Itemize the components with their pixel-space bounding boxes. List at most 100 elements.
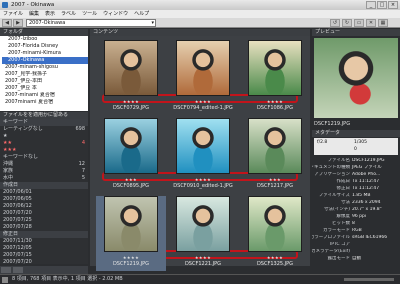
rating-stars[interactable]: ★★★★ bbox=[168, 177, 238, 182]
filter-row[interactable]: キーワードなし bbox=[0, 154, 88, 161]
filter-row[interactable]: ★ bbox=[0, 133, 88, 140]
rating-stars[interactable]: ★★★★ bbox=[240, 99, 310, 104]
rating-stars[interactable]: ★★★★ bbox=[96, 99, 166, 104]
menu-window[interactable]: ウィンドウ bbox=[103, 10, 128, 18]
folder-item[interactable]: 2007_見学-我孫子 bbox=[2, 71, 88, 78]
filter-row[interactable]: キーワード bbox=[0, 119, 88, 126]
shutter-value: 1/305 bbox=[354, 140, 367, 145]
filter-label: 2007/12/05 bbox=[3, 245, 32, 251]
menu-edit[interactable]: 編集 bbox=[29, 10, 39, 18]
toolbar: ◀ ▶ 2007-Okinawa ▾ ↺ ↻ ▭ ✕ ▦ bbox=[0, 18, 400, 28]
folder-item[interactable]: 2007minami 夏合宿 bbox=[2, 99, 88, 106]
folder-item[interactable]: 2007_伊豆 本 bbox=[2, 85, 88, 92]
filter-row[interactable]: 2007/12/05 bbox=[0, 245, 88, 252]
metadata-row: 作成日 Tx 11:12:47 bbox=[312, 179, 400, 186]
thumbnail-item[interactable]: ★★★★ DSCF1219.JPG bbox=[96, 196, 166, 271]
filter-row[interactable]: 2007/06/01 bbox=[0, 189, 88, 196]
thumbnail-item[interactable]: ★★★★ DSCF0729.JPG bbox=[96, 40, 166, 115]
thumbnail-filename: DSCF0895.JPG bbox=[112, 183, 150, 189]
menu-view[interactable]: 表示 bbox=[45, 10, 55, 18]
filter-row[interactable]: 2007/07/28 bbox=[0, 224, 88, 231]
folder-item[interactable]: 2007-Iziboo bbox=[2, 36, 88, 43]
thumbnail-item[interactable]: ★★★★ DSCF1221.JPG bbox=[168, 196, 238, 271]
back-icon[interactable]: ◀ bbox=[2, 19, 12, 27]
menu-tools[interactable]: ツール bbox=[82, 10, 97, 18]
maximize-button[interactable]: □ bbox=[377, 1, 387, 9]
rotate-left-icon[interactable]: ↺ bbox=[330, 19, 340, 27]
thumbnail-image bbox=[104, 40, 158, 96]
metadata-row: 露出モード 自動 bbox=[312, 256, 400, 263]
delete-icon[interactable]: ✕ bbox=[366, 19, 376, 27]
menu-label[interactable]: ラベル bbox=[61, 10, 76, 18]
rating-stars[interactable]: ★★★★ bbox=[168, 99, 238, 104]
filter-label: 2007/06/05 bbox=[3, 196, 32, 202]
thumbnail-item[interactable]: ★★★★ DSCF0910_edited-1.JPG bbox=[168, 118, 238, 193]
filter-clear-icon[interactable] bbox=[1, 267, 11, 273]
metadata-key: ファイル名 bbox=[327, 158, 351, 163]
rating-stars[interactable]: ★★★★ bbox=[168, 255, 238, 260]
metadata-row: アプリケーション Adobe Pho... bbox=[312, 172, 400, 179]
rating-stars[interactable]: ★★★ bbox=[240, 177, 310, 182]
minimize-button[interactable]: _ bbox=[366, 1, 376, 9]
filter-row[interactable]: 2007/06/05 bbox=[0, 196, 88, 203]
metadata-value: 1.85 MB bbox=[352, 193, 371, 198]
filter-row[interactable]: 2007/07/15 bbox=[0, 252, 88, 259]
thumbnail-filename: DSCF0729.JPG bbox=[112, 105, 150, 111]
filter-row[interactable]: 2007/07/20 bbox=[0, 259, 88, 266]
tab-metadata[interactable]: メタデータ bbox=[312, 130, 400, 137]
folder-item[interactable]: 2007_伊豆-本田 bbox=[2, 78, 88, 85]
metadata-row: 寸法(インチ) 20.7" x 19.8" bbox=[312, 207, 400, 214]
thumbnail-item[interactable]: ★★★★ DSCF1325.JPG bbox=[240, 196, 310, 271]
filter-row[interactable]: 修正日 bbox=[0, 231, 88, 238]
filter-row[interactable]: ★★★ bbox=[0, 147, 88, 154]
filter-row[interactable]: 家族 7 bbox=[0, 168, 88, 175]
rating-stars[interactable]: ★★★ bbox=[96, 177, 166, 182]
menu-help[interactable]: ヘルプ bbox=[134, 10, 149, 18]
filter-row[interactable]: 2007/06/12 bbox=[0, 203, 88, 210]
folder-item[interactable]: 2007-minam-shigosu bbox=[2, 64, 88, 71]
filter-row[interactable]: 2007/07/20 bbox=[0, 210, 88, 217]
tab-content[interactable]: コンテンツ bbox=[90, 29, 310, 36]
close-button[interactable]: × bbox=[388, 1, 398, 9]
filter-count: 7 bbox=[81, 168, 85, 174]
filter-row[interactable]: 2007/11/30 bbox=[0, 238, 88, 245]
thumbnail-size-slider[interactable] bbox=[344, 278, 394, 281]
filter-row[interactable]: 沖縄 12 bbox=[0, 161, 88, 168]
rating-stars[interactable]: ★★★★ bbox=[240, 255, 310, 260]
thumbnail-item[interactable]: ★★★ DSCF0895.JPG bbox=[96, 118, 166, 193]
filter-label: 2007/06/01 bbox=[3, 189, 32, 195]
rotate-right-icon[interactable]: ↻ bbox=[342, 19, 352, 27]
tab-preview[interactable]: プレビュー bbox=[312, 29, 400, 36]
filter-row[interactable]: 2007/07/25 bbox=[0, 217, 88, 224]
thumbnail-item[interactable]: ★★★ DSCF1217.JPG bbox=[240, 118, 310, 193]
filter-row[interactable]: レーティングなし 698 bbox=[0, 126, 88, 133]
forward-icon[interactable]: ▶ bbox=[13, 19, 23, 27]
metadata-row: カラープロファイル sRGB IEC61966 bbox=[312, 235, 400, 242]
folder-item[interactable]: 2007-Okinawa bbox=[2, 57, 88, 64]
filter-row[interactable]: ★★ 4 bbox=[0, 140, 88, 147]
metadata-row: ドキュメントの種類 JPEG ファイル bbox=[312, 165, 400, 172]
filter-row[interactable]: 水中 5 bbox=[0, 175, 88, 182]
filter-label: 2007/07/25 bbox=[3, 217, 32, 223]
thumbnail-item[interactable]: ★★★★ DSCF0794_edited-1.JPG bbox=[168, 40, 238, 115]
thumbnail-item[interactable]: ★★★★ DSCF1086.JPG bbox=[240, 40, 310, 115]
filter-pin-icon[interactable] bbox=[13, 267, 23, 273]
path-dropdown[interactable]: 2007-Okinawa ▾ bbox=[26, 19, 156, 27]
folder-item[interactable]: 2007-minami 夏合宿 bbox=[2, 92, 88, 99]
tab-filter[interactable]: ファイルをを適用かに留ある bbox=[0, 112, 88, 119]
metadata-value: JPEG ファイル bbox=[352, 165, 382, 170]
metadata-row: ファイル名 DSCF1219.JPG bbox=[312, 158, 400, 165]
filter-label: レーティングなし bbox=[3, 126, 43, 132]
folder-item[interactable]: 2007-minami-Kimura bbox=[2, 50, 88, 57]
rating-stars[interactable]: ★★★★ bbox=[96, 255, 166, 260]
filter-row[interactable]: 作成日 bbox=[0, 182, 88, 189]
metadata-value: DSCF1219.JPG bbox=[352, 158, 385, 163]
menu-file[interactable]: ファイル bbox=[3, 10, 23, 18]
folder-item[interactable]: 2007-Florida Disney bbox=[2, 43, 88, 50]
new-folder-icon[interactable]: ▭ bbox=[354, 19, 364, 27]
filter-label: 家族 bbox=[3, 168, 14, 174]
view-mode-icon[interactable]: ▦ bbox=[378, 19, 388, 27]
thumbnail-filename: DSCF1219.JPG bbox=[112, 261, 150, 267]
filter-label: キーワードなし bbox=[3, 154, 39, 160]
tab-folders[interactable]: フォルダ bbox=[0, 29, 88, 36]
